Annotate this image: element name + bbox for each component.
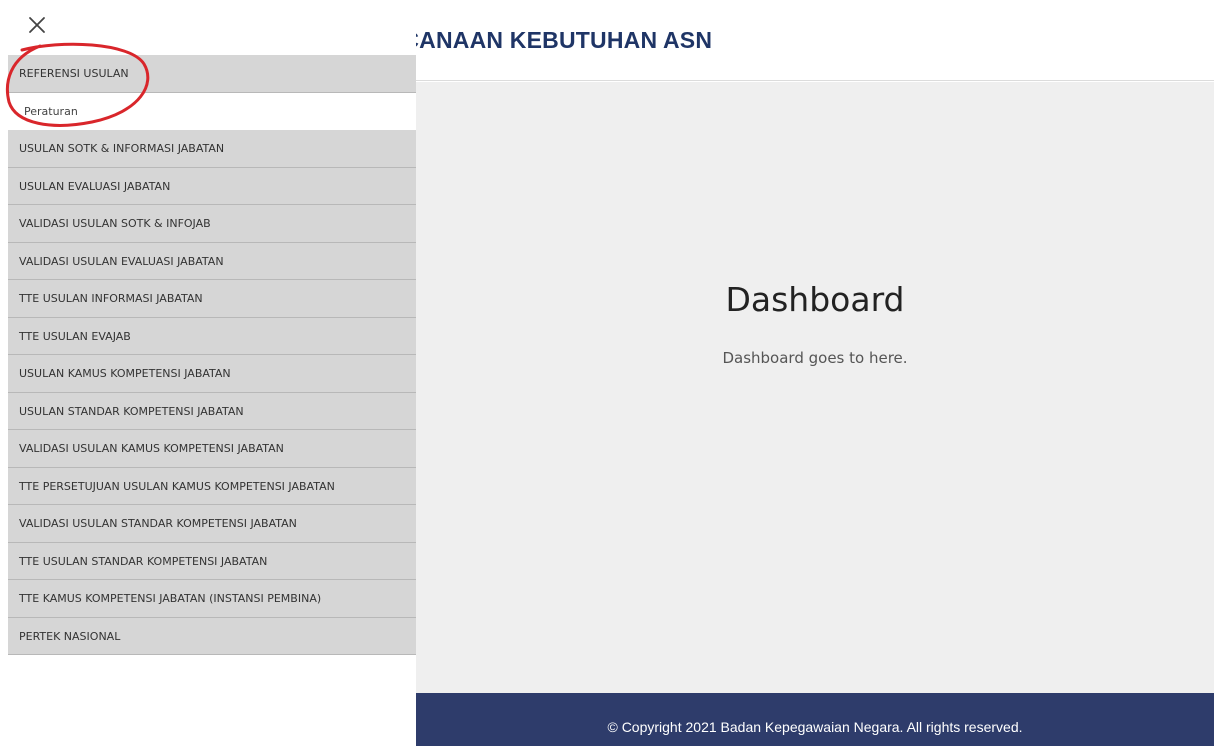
footer-copyright: © Copyright 2021 Badan Kepegawaian Negar… [607,719,1023,735]
page-subtitle: Dashboard goes to here. [722,349,908,367]
sidebar-item-usulan-kamus[interactable]: USULAN KAMUS KOMPETENSI JABATAN [8,355,416,393]
sidebar-item-validasi-kamus[interactable]: VALIDASI USULAN KAMUS KOMPETENSI JABATAN [8,430,416,468]
sidebar-item-tte-standar[interactable]: TTE USULAN STANDAR KOMPETENSI JABATAN [8,542,416,580]
sidebar-subitem-peraturan[interactable]: Peraturan [8,92,416,130]
sidebar-item-usulan-evaluasi[interactable]: USULAN EVALUASI JABATAN [8,167,416,205]
sidebar-item-referensi-usulan[interactable]: REFERENSI USULAN [8,55,416,93]
main-content: Dashboard Dashboard goes to here. [416,82,1214,693]
sidebar-item-tte-kamus-pembina[interactable]: TTE KAMUS KOMPETENSI JABATAN (INSTANSI P… [8,580,416,618]
footer: © Copyright 2021 Badan Kepegawaian Negar… [416,693,1214,746]
sidebar-item-tte-persetujuan-kamus[interactable]: TTE PERSETUJUAN USULAN KAMUS KOMPETENSI … [8,467,416,505]
sidebar-item-pertek-nasional[interactable]: PERTEK NASIONAL [8,617,416,655]
sidebar-menu: REFERENSI USULAN Peraturan USULAN SOTK &… [0,0,416,746]
sidebar-item-validasi-evaluasi[interactable]: VALIDASI USULAN EVALUASI JABATAN [8,242,416,280]
app-title: ENCANAAN KEBUTUHAN ASN [370,27,713,53]
sidebar-item-usulan-sotk[interactable]: USULAN SOTK & INFORMASI JABATAN [8,130,416,168]
close-icon[interactable] [26,14,50,38]
sidebar-item-usulan-standar[interactable]: USULAN STANDAR KOMPETENSI JABATAN [8,392,416,430]
sidebar-item-tte-evajab[interactable]: TTE USULAN EVAJAB [8,317,416,355]
sidebar-nav: REFERENSI USULAN Peraturan USULAN SOTK &… [8,55,416,655]
sidebar-item-validasi-standar[interactable]: VALIDASI USULAN STANDAR KOMPETENSI JABAT… [8,505,416,543]
sidebar-item-validasi-sotk[interactable]: VALIDASI USULAN SOTK & INFOJAB [8,205,416,243]
page-title: Dashboard [725,280,905,319]
sidebar-item-tte-informasi[interactable]: TTE USULAN INFORMASI JABATAN [8,280,416,318]
